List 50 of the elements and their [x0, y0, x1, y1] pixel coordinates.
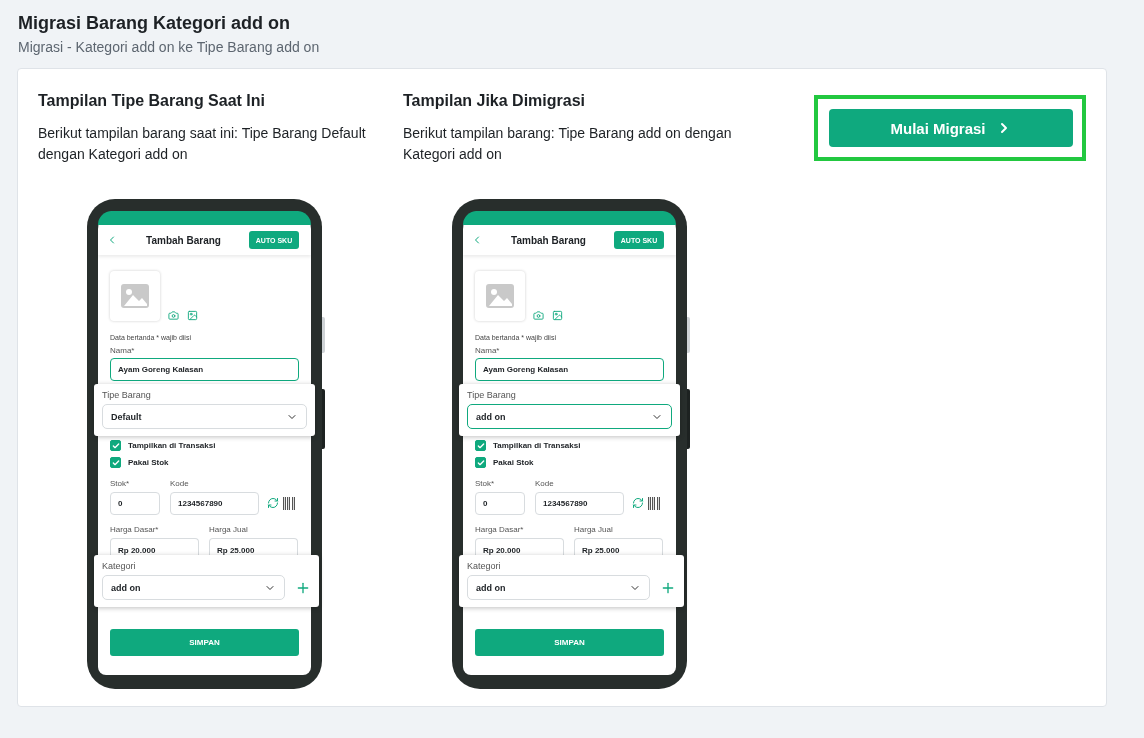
field-label: Nama* — [475, 346, 501, 355]
field-label: Stok* — [110, 479, 131, 488]
field-label: Kategori — [102, 561, 137, 571]
panel-description: Berikut tampilan barang: Tipe Barang add on dengan Kategori add on — [403, 124, 733, 164]
checkbox[interactable] — [475, 440, 486, 451]
checkbox[interactable] — [110, 440, 121, 451]
field-label: Harga Jual — [574, 525, 614, 534]
checkbox[interactable] — [475, 457, 486, 468]
field-label: Harga Dasar* — [475, 525, 525, 534]
type-select[interactable]: add on — [467, 404, 672, 429]
type-select[interactable]: Default — [102, 404, 307, 429]
field-label: Harga Jual — [209, 525, 249, 534]
refresh-icon[interactable] — [267, 497, 279, 509]
camera-icon[interactable] — [533, 310, 544, 321]
checkbox-label: Pakai Stok — [128, 458, 169, 467]
code-field[interactable]: 1234567890 — [535, 492, 624, 515]
field-label: Kategori — [467, 561, 502, 571]
panel-heading: Tampilan Jika Dimigrasi — [403, 91, 586, 111]
field-label: Nama* — [110, 346, 136, 355]
panel-heading: Tampilan Tipe Barang Saat Ini — [38, 91, 266, 111]
page-title: Migrasi Barang Kategori add on — [18, 12, 292, 34]
camera-icon[interactable] — [168, 310, 179, 321]
field-label: Stok* — [475, 479, 496, 488]
code-field[interactable]: 1234567890 — [170, 492, 259, 515]
image-placeholder-icon — [486, 284, 514, 308]
screen-title: Tambah Barang — [510, 234, 587, 246]
name-field[interactable]: Ayam Goreng Kalasan — [475, 358, 664, 381]
gallery-icon[interactable] — [552, 310, 563, 321]
name-field[interactable]: Ayam Goreng Kalasan — [110, 358, 299, 381]
panel-description: Berikut tampilan barang saat ini: Tipe Barang Default dengan Kategori add on — [38, 124, 367, 164]
screen-title: Tambah Barang — [145, 234, 222, 246]
checkbox-label: Tampilkan di Transaksi — [493, 441, 581, 450]
barcode-icon[interactable] — [283, 497, 296, 510]
image-placeholder-icon — [121, 284, 149, 308]
field-label: Harga Dasar* — [110, 525, 160, 534]
refresh-icon[interactable] — [632, 497, 644, 509]
checkbox[interactable] — [110, 457, 121, 468]
barcode-icon[interactable] — [648, 497, 661, 510]
field-label: Tipe Barang — [467, 390, 517, 400]
field-label: Kode — [535, 479, 555, 488]
stock-field[interactable]: 0 — [475, 492, 525, 515]
category-select[interactable]: add on — [102, 575, 285, 600]
checkbox-label: Tampilkan di Transaksi — [128, 441, 216, 450]
gallery-icon[interactable] — [187, 310, 198, 321]
field-label: Tipe Barang — [102, 390, 152, 400]
category-select[interactable]: add on — [467, 575, 650, 600]
checkbox-label: Pakai Stok — [493, 458, 534, 467]
field-label: Kode — [170, 479, 190, 488]
stock-field[interactable]: 0 — [110, 492, 160, 515]
page-subtitle: Migrasi - Kategori add on ke Tipe Barang add on — [18, 38, 321, 56]
